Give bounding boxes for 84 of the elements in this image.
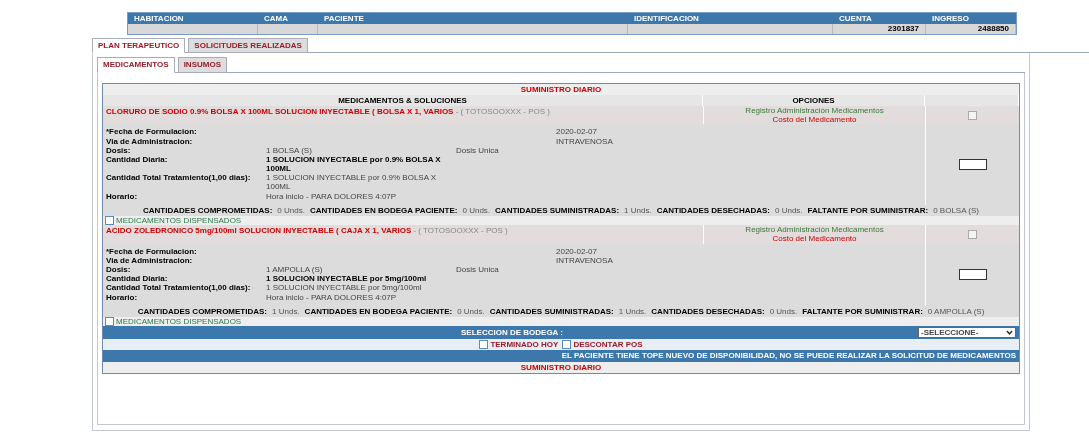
summary-value: 0 Unds. xyxy=(775,205,803,215)
summary-value: 0 Unds. xyxy=(277,205,305,215)
notice-bar: EL PACIENTE TIENE TOPE NUEVO DE DISPONIBILIDAD, NO SE PUEDE REALIZAR LA SOLICITUD DE MEDICAMENTOS xyxy=(103,350,1019,362)
field-label: *Fecha de Formulacion: xyxy=(106,246,198,256)
summary-label: CANTIDADES COMPROMETIDAS: xyxy=(137,306,268,316)
chevron-down-icon xyxy=(1006,329,1013,336)
column-header: HABITACION xyxy=(128,13,258,25)
field-value: Hora inicio - PARA DOLORES 4:07P xyxy=(266,292,398,302)
field-value: 2020-02-07 xyxy=(556,246,598,256)
section-title: SUMINISTRO DIARIO xyxy=(103,83,1019,95)
quantity-field[interactable] xyxy=(958,269,987,281)
field-label: *Fecha de Formulacion: xyxy=(106,127,198,137)
summary-label: FALTANTE POR SUMINISTRAR: xyxy=(807,205,929,215)
field-value: 1 SOLUCION INYECTABLE por 0.9% BOLSA X 100ML xyxy=(266,154,442,174)
table-cell: 2488850 xyxy=(926,24,1016,35)
option-link[interactable]: Registro Administración Medicamentos xyxy=(745,225,884,235)
checkbox[interactable] xyxy=(968,229,977,239)
summary-value: 1 Unds. xyxy=(618,306,647,316)
field-label: Horario: xyxy=(106,191,139,201)
field-label: Cantidad Total Tratamiento(1,00 dias): xyxy=(106,283,252,293)
summary-value: 0 Unds. xyxy=(769,306,798,316)
checkbox-label: DESCONTAR POS xyxy=(573,340,643,350)
section-title: SUMINISTRO DIARIO xyxy=(103,361,1019,373)
summary-label: CANTIDADES EN BODEGA PACIENTE: xyxy=(304,306,453,316)
column-header: MEDICAMENTOS & SOLUCIONES xyxy=(103,94,703,106)
summary-label: CANTIDADES COMPROMETIDAS: xyxy=(143,205,273,215)
summary-value: 0 AMPOLLA (S) xyxy=(927,306,985,316)
field-label: Cantidad Total Tratamiento(1,00 dias): xyxy=(106,173,252,185)
field-value: Hora inicio - PARA DOLORES 4:07P xyxy=(266,191,398,201)
summary-value: 1 Unds. xyxy=(624,205,652,215)
field-value: INTRAVENOSA xyxy=(556,136,614,146)
column-header: INGRESO xyxy=(926,13,1016,25)
option-link[interactable]: Registro Administración Medicamentos xyxy=(745,105,884,116)
field-label: Via de Administracion: xyxy=(106,255,194,265)
column-header: CUENTA xyxy=(833,13,926,25)
summary-value: 0 Unds. xyxy=(457,306,485,316)
field-label: Cantidad Diaria: xyxy=(106,154,169,166)
field-label: Horario: xyxy=(106,292,139,302)
field-value: 1 SOLUCION INYECTABLE por 5mg/100ml xyxy=(266,274,428,284)
option-link[interactable]: Costo del Medicamento xyxy=(772,115,857,125)
summary-value: 0 Unds. xyxy=(462,205,491,215)
summary-value: 1 Unds. xyxy=(272,306,300,316)
field-label: Cantidad Diaria: xyxy=(106,274,169,284)
medication-title: ACIDO ZOLEDRONICO 5mg/100ml SOLUCION INYECTABLE ( CAJA X 1, VARIOS - ( TOTOSOOXXX - POS ) xyxy=(103,225,703,244)
field-value: 1 AMPOLLA (S) xyxy=(266,264,324,275)
field-note: Dosis Unica xyxy=(456,145,500,155)
quantity-field[interactable] xyxy=(958,159,987,171)
tab[interactable]: PLAN TERAPEUTICO xyxy=(92,38,186,54)
checkbox[interactable] xyxy=(105,216,114,226)
summary-label: CANTIDADES DESECHADAS: xyxy=(651,306,765,316)
column-header: CAMA xyxy=(258,13,318,25)
checkbox-label: MEDICAMENTOS DISPENSADOS xyxy=(116,216,242,226)
tab[interactable]: SOLICITUDES REALIZADAS xyxy=(188,38,308,54)
checkbox[interactable] xyxy=(105,316,114,326)
field-label: Via de Administracion: xyxy=(106,136,194,146)
summary-label: CANTIDADES DESECHADAS: xyxy=(656,205,770,215)
checkbox[interactable] xyxy=(562,340,572,350)
summary-label: CANTIDADES EN BODEGA PACIENTE: xyxy=(309,205,458,215)
warehouse-select[interactable]: -SELECCIONE- xyxy=(918,327,1016,339)
field-value: 1 SOLUCION INYECTABLE por 5mg/100ml xyxy=(266,283,423,293)
field-label: Dosis: xyxy=(106,145,132,155)
tab[interactable]: INSUMOS xyxy=(177,57,227,73)
summary-label: CANTIDADES SUMINISTRADAS: xyxy=(495,205,620,215)
field-note: Dosis Unica xyxy=(456,264,500,275)
field-label: Dosis: xyxy=(106,264,132,275)
warehouse-label: SELECCION DE BODEGA : xyxy=(461,328,563,338)
checkbox[interactable] xyxy=(968,110,977,120)
summary-label: CANTIDADES SUMINISTRADAS: xyxy=(489,306,614,316)
column-header: PACIENTE xyxy=(318,13,628,25)
column-header: OPCIONES xyxy=(703,94,925,106)
table-cell xyxy=(258,24,318,35)
summary-value: 0 BOLSA (S) xyxy=(933,205,979,215)
field-value: 2020-02-07 xyxy=(556,127,598,137)
checkbox-label: MEDICAMENTOS DISPENSADOS xyxy=(116,316,242,327)
tab[interactable]: MEDICAMENTOS xyxy=(97,57,175,73)
option-link[interactable]: Costo del Medicamento xyxy=(772,234,857,244)
field-value: INTRAVENOSA xyxy=(556,255,614,265)
checkbox[interactable] xyxy=(479,340,489,350)
table-cell: 2301837 xyxy=(833,24,926,35)
field-value: 1 SOLUCION INYECTABLE por 0.9% BOLSA X 100ML xyxy=(266,173,438,192)
column-header: IDENTIFICACION xyxy=(628,13,833,25)
summary-label: FALTANTE POR SUMINISTRAR: xyxy=(802,306,923,316)
field-value: 1 BOLSA (S) xyxy=(266,145,313,155)
checkbox-label: TERMINADO HOY xyxy=(490,340,559,350)
